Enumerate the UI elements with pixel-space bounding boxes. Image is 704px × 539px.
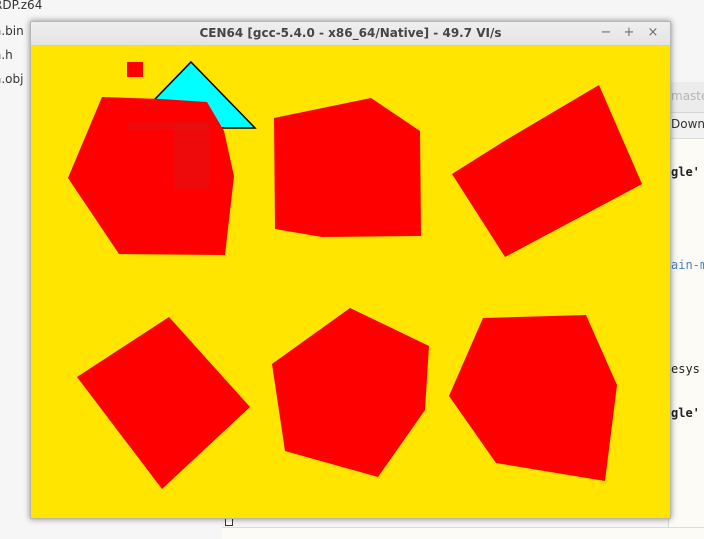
file-name: a.obj [0,72,24,86]
red-polygon-1 [68,97,234,255]
code-line: gle' [671,165,700,179]
background-editor-window: master Downlo gle' ain-m esys gle' [668,82,704,527]
minimize-button[interactable]: − [598,25,614,41]
file-item-rdp-z64[interactable]: RDP.z64 [0,0,42,13]
red-polygon-2 [274,98,421,237]
window-title: CEN64 [gcc-5.4.0 - x86_64/Native] - 49.7… [199,26,502,40]
red-polygon-3 [452,85,642,257]
background-editor-toolbar: Downlo [669,113,704,139]
red-polygon-4 [77,317,250,489]
file-name: RDP.z64 [0,0,43,12]
download-button[interactable]: Downlo [671,117,704,131]
file-name: a.bin [0,24,24,38]
file-name: a.h [0,48,13,62]
background-editor-titlebar[interactable]: master [669,82,704,113]
code-line: ain-m [671,258,704,272]
red-polygon-5 [272,308,429,477]
file-item-a-obj[interactable]: a.obj [0,71,23,87]
red-polygon-6 [449,315,617,481]
emulator-render-canvas[interactable] [31,46,670,518]
maximize-button[interactable]: + [621,25,637,41]
emulator-window: CEN64 [gcc-5.4.0 - x86_64/Native] - 49.7… [30,21,671,519]
code-line: gle' [671,406,700,420]
emulator-titlebar[interactable]: CEN64 [gcc-5.4.0 - x86_64/Native] - 49.7… [31,22,670,46]
small-red-square [127,62,143,77]
file-item-a-bin[interactable]: a.bin [0,23,24,39]
render-output [68,60,642,489]
background-editor-title: master [671,89,704,103]
background-bottom-strip [222,527,704,539]
code-line: esys [671,362,700,376]
close-button[interactable]: × [645,25,661,41]
overlay-bar-vertical [174,122,209,189]
file-item-a-h[interactable]: a.h [0,47,13,63]
